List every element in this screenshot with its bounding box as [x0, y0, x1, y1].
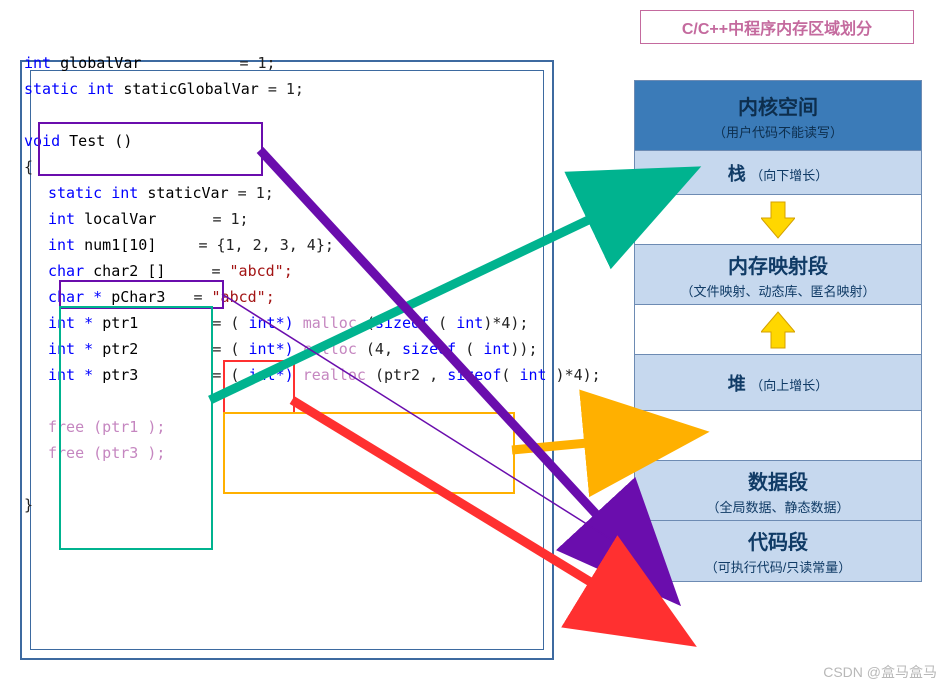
- region-stack: 栈 （向下增长）: [635, 151, 921, 195]
- free-ptr1: free (ptr1 );: [48, 414, 601, 440]
- region-data-segment: 数据段 （全局数据、静态数据）: [635, 461, 921, 521]
- kernel-sub: （用户代码不能读写）: [713, 122, 843, 141]
- char2-eq: =: [211, 262, 220, 280]
- free-ptr3: free (ptr3 );: [48, 440, 601, 466]
- id-staticVar: staticVar: [147, 184, 228, 202]
- ptr3-cast: int*): [239, 366, 293, 384]
- id-ptr2: ptr2: [102, 340, 138, 358]
- id-num1: num1[10]: [84, 236, 156, 254]
- ptr2-eq: = (: [212, 340, 239, 358]
- codeseg-title: 代码段: [748, 526, 808, 555]
- kw-intptr3: int *: [48, 366, 93, 384]
- char2-str: "abcd";: [230, 262, 293, 280]
- kw-int2: int: [48, 210, 75, 228]
- stack-title: 栈: [728, 164, 746, 184]
- ptr1-p2: (: [429, 314, 456, 332]
- region-gap-stack: [635, 195, 921, 245]
- codeseg-sub: （可执行代码/只读常量）: [705, 557, 852, 576]
- id-pChar3: pChar3: [111, 288, 165, 306]
- fn-calloc: calloc: [303, 340, 357, 358]
- ptr1-paren: (: [366, 314, 375, 332]
- id-localVar: localVar: [84, 210, 156, 228]
- ptr1-int: int: [456, 314, 483, 332]
- globalVar-init: = 1;: [239, 54, 275, 72]
- brace-close: }: [24, 492, 601, 518]
- kw-intptr2: int *: [48, 340, 93, 358]
- arrow-up-icon: [761, 310, 795, 350]
- code-listing: int globalVar = 1; static int staticGlob…: [14, 50, 601, 518]
- ptr3-p1: (ptr2 ,: [375, 366, 447, 384]
- data-title: 数据段: [748, 466, 808, 495]
- ptr2-int: int: [483, 340, 510, 358]
- heap-sub: （向上增长）: [750, 378, 828, 393]
- heap-title: 堆: [728, 374, 746, 394]
- fn-malloc: malloc: [303, 314, 357, 332]
- region-gap3: [635, 411, 921, 461]
- region-kernel: 内核空间 （用户代码不能读写）: [635, 81, 921, 151]
- kw-char: char: [48, 262, 84, 280]
- ptr2-sizeof: sizeof: [402, 340, 456, 358]
- region-code-segment: 代码段 （可执行代码/只读常量）: [635, 521, 921, 581]
- ptr2-p1: (4,: [366, 340, 402, 358]
- brace-open: {: [24, 154, 601, 180]
- kw-static-int: static int: [24, 80, 114, 98]
- id-ptr1: ptr1: [102, 314, 138, 332]
- id-globalVar: globalVar: [60, 54, 141, 72]
- kw-int: int: [24, 54, 51, 72]
- staticVar-init: = 1;: [238, 184, 274, 202]
- staticGlobal-init: = 1;: [268, 80, 304, 98]
- diagram-title: C/C++中程序内存区域划分: [640, 10, 914, 44]
- ptr3-eq: = (: [212, 366, 239, 384]
- arrow-down-icon: [761, 200, 795, 240]
- ptr1-cast: int*): [239, 314, 293, 332]
- id-staticGlobalVar: staticGlobalVar: [123, 80, 258, 98]
- kernel-title: 内核空间: [738, 91, 818, 120]
- ptr3-tail: )*4);: [547, 366, 601, 384]
- num1-init: = {1, 2, 3, 4};: [198, 236, 333, 254]
- region-mmap: 内存映射段 （文件映射、动态库、匿名映射）: [635, 245, 921, 305]
- region-heap: 堆 （向上增长）: [635, 355, 921, 411]
- kw-intptr1: int *: [48, 314, 93, 332]
- stack-sub: （向下增长）: [750, 168, 828, 183]
- memory-layout-diagram: 内核空间 （用户代码不能读写） 栈 （向下增长） 内存映射段 （文件映射、动态库…: [634, 80, 922, 582]
- fn-realloc: realloc: [303, 366, 366, 384]
- id-ptr3: ptr3: [102, 366, 138, 384]
- ptr2-p2: (: [456, 340, 483, 358]
- localVar-init: = 1;: [212, 210, 248, 228]
- ptr2-cast: int*): [239, 340, 293, 358]
- data-sub: （全局数据、静态数据）: [706, 497, 849, 516]
- fn-Test: Test (): [69, 132, 132, 150]
- ptr3-int: int: [519, 366, 546, 384]
- watermark: CSDN @盒马盒马: [823, 662, 937, 682]
- pChar3-eq: =: [193, 288, 202, 306]
- kw-static-int2: static int: [48, 184, 138, 202]
- ptr1-eq: = (: [212, 314, 239, 332]
- kw-int3: int: [48, 236, 75, 254]
- kw-void: void: [24, 132, 60, 150]
- region-gap-heap: [635, 305, 921, 355]
- ptr2-tail: ));: [510, 340, 537, 358]
- kw-charptr: char *: [48, 288, 102, 306]
- ptr3-p2: (: [501, 366, 519, 384]
- ptr3-sizeof: sizeof: [447, 366, 501, 384]
- ptr1-tail: )*4);: [483, 314, 528, 332]
- mmap-sub: （文件映射、动态库、匿名映射）: [680, 281, 875, 300]
- ptr1-sizeof: sizeof: [375, 314, 429, 332]
- id-char2: char2 []: [93, 262, 165, 280]
- pChar3-str: "abcd";: [212, 288, 275, 306]
- mmap-title: 内存映射段: [728, 250, 828, 279]
